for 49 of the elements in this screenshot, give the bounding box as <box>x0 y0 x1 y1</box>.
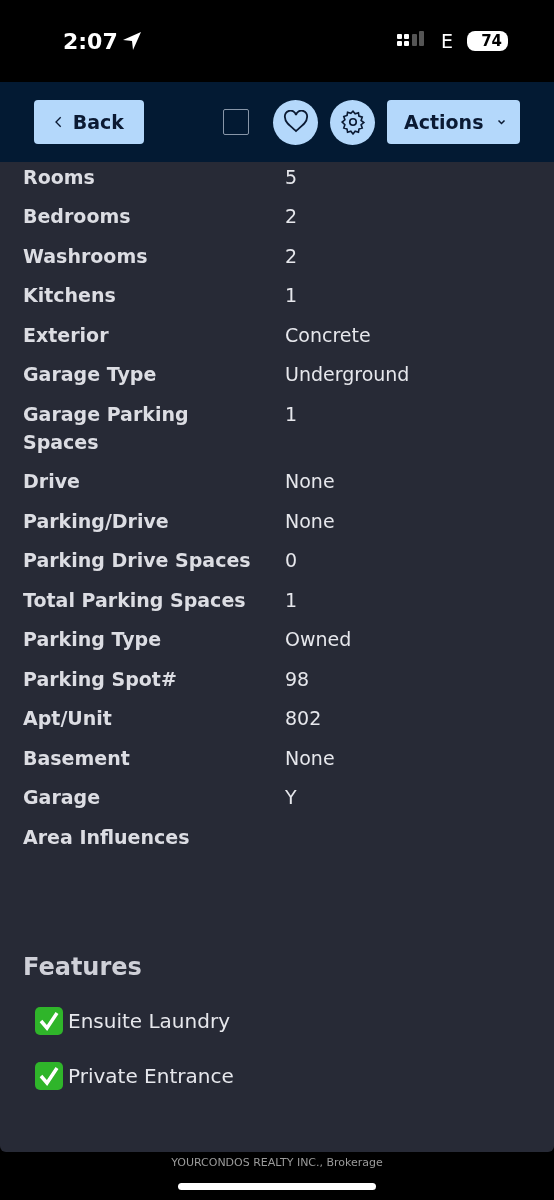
detail-value: 2 <box>285 243 298 269</box>
detail-label: Garage <box>23 785 102 811</box>
detail-label: Apt/Unit <box>23 706 113 732</box>
detail-label: Parking Type <box>23 627 163 653</box>
detail-label: Garage Type <box>23 362 158 388</box>
favorite-button[interactable] <box>273 99 318 145</box>
detail-label: Kitchens <box>23 283 117 309</box>
detail-value: 802 <box>285 706 322 732</box>
feature-label: Ensuite Laundry <box>68 1008 230 1033</box>
detail-label: Exterior <box>23 322 110 348</box>
settings-icon <box>339 109 366 135</box>
settings-button[interactable] <box>330 99 375 145</box>
detail-label: Washrooms <box>23 243 149 269</box>
detail-value: 0 <box>285 548 298 574</box>
detail-label: Parking/Drive <box>23 508 170 534</box>
detail-label: Parking Spot# <box>23 666 178 692</box>
detail-label: Parking Drive Spaces <box>23 548 252 574</box>
detail-value: 98 <box>285 666 310 692</box>
detail-value: None <box>285 745 335 771</box>
detail-label: Rooms <box>23 164 96 190</box>
detail-value: 1 <box>285 401 298 427</box>
detail-value: Y <box>285 785 297 811</box>
detail-value: 2 <box>285 204 298 230</box>
location-arrow-icon <box>121 31 142 51</box>
detail-label: Garage Parking Spaces <box>23 401 190 455</box>
detail-label: Area Influences <box>23 824 191 850</box>
status-time: 2:07 <box>63 28 118 54</box>
detail-label: Drive <box>23 469 81 495</box>
detail-label: Total Parking Spaces <box>23 587 247 613</box>
detail-value: Underground <box>285 362 410 388</box>
select-checkbox[interactable] <box>223 109 249 135</box>
battery-level: 74 <box>467 31 508 51</box>
detail-label: Bedrooms <box>23 204 132 230</box>
detail-value: 1 <box>285 283 298 309</box>
brokerage-footer: YOURCONDOS REALTY INC., Brokerage <box>171 1156 383 1169</box>
detail-value: Owned <box>285 627 352 653</box>
heart-icon <box>282 110 309 134</box>
features-heading: Features <box>23 952 143 981</box>
detail-value: Concrete <box>285 322 371 348</box>
caret-icon <box>497 118 506 126</box>
back-button[interactable]: Back <box>34 100 144 144</box>
network-type: E <box>441 30 454 52</box>
detail-value: None <box>285 469 335 495</box>
detail-value: None <box>285 508 335 534</box>
detail-value: 5 <box>285 164 298 190</box>
feature-label: Private Entrance <box>68 1063 234 1088</box>
detail-value: 1 <box>285 587 298 613</box>
actions-dropdown[interactable]: Actions <box>387 100 520 144</box>
detail-label: Basement <box>23 745 131 771</box>
